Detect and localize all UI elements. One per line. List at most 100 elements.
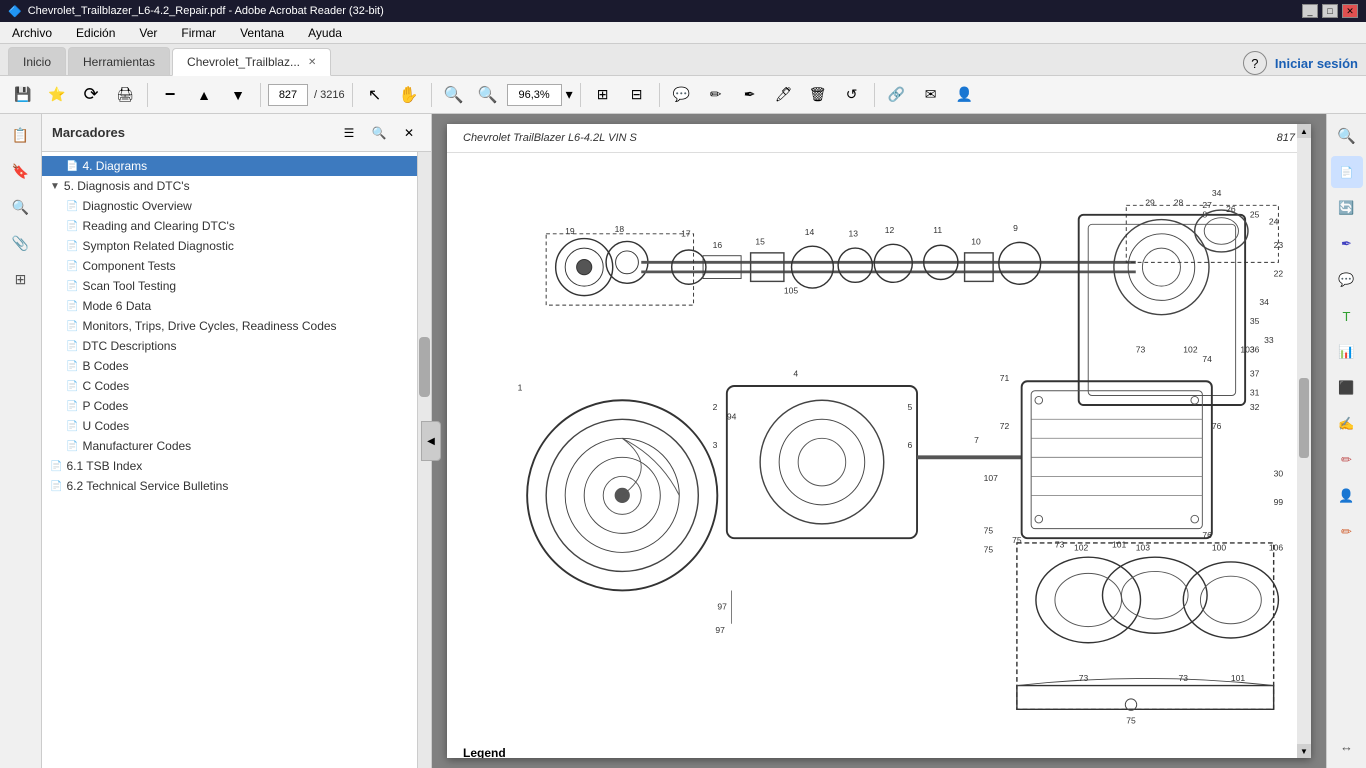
sidebar-redact-button[interactable]: ⬛: [1331, 372, 1363, 404]
fit-width-button[interactable]: ⊞: [588, 81, 618, 109]
title-bar-left: 🔷 Chevrolet_Trailblazer_L6-4.2_Repair.pd…: [8, 5, 384, 18]
sidebar-fit-button[interactable]: 📄: [1331, 156, 1363, 188]
sidebar-rotate-button[interactable]: 🔄: [1331, 192, 1363, 224]
pdf-scroll-up[interactable]: ▲: [1297, 124, 1311, 138]
menu-archivo[interactable]: Archivo: [6, 24, 58, 42]
zoom-out-button[interactable]: −: [155, 81, 185, 109]
sidebar-annotate-button[interactable]: ✒: [1331, 228, 1363, 260]
bookmark-item-14[interactable]: 📄Manufacturer Codes: [42, 436, 431, 456]
save-button[interactable]: 💾: [8, 81, 38, 109]
menu-ayuda[interactable]: Ayuda: [302, 24, 348, 42]
bookmark-item-7[interactable]: 📄Mode 6 Data: [42, 296, 431, 316]
bookmark-item-12[interactable]: 📄P Codes: [42, 396, 431, 416]
svg-text:102: 102: [1183, 345, 1198, 355]
zoom-minus-button[interactable]: 🔍: [439, 81, 469, 109]
user-button[interactable]: 👤: [950, 81, 980, 109]
sidebar-stamp-button[interactable]: ✏: [1331, 444, 1363, 476]
page-number-input[interactable]: [268, 84, 308, 106]
print-button[interactable]: 🖨: [110, 81, 140, 109]
tab-document[interactable]: Chevrolet_Trailblaz... ✕: [172, 48, 331, 76]
sidebar-export-button[interactable]: 📊: [1331, 336, 1363, 368]
layers-tool[interactable]: ⊞: [6, 264, 36, 294]
bookmark-text-8: Monitors, Trips, Drive Cycles, Readiness…: [82, 319, 336, 333]
menu-firmar[interactable]: Firmar: [175, 24, 222, 42]
pointer-tool[interactable]: ↖: [360, 81, 390, 109]
pdf-page: Chevrolet TrailBlazer L6-4.2L VIN S 817 …: [447, 124, 1311, 758]
menu-ver[interactable]: Ver: [133, 24, 163, 42]
svg-text:106: 106: [1269, 543, 1284, 553]
panel-search-button[interactable]: 🔍: [367, 122, 391, 144]
hand-tool[interactable]: ✋: [394, 81, 424, 109]
diagram-container: 19 18 17 16 15: [447, 153, 1311, 758]
bookmark-item-5[interactable]: 📄Component Tests: [42, 256, 431, 276]
bookmark-text-1: 5. Diagnosis and DTC's: [64, 179, 190, 193]
bookmark-item-16[interactable]: 📄6.2 Technical Service Bulletins: [42, 476, 431, 496]
bookmark-item-2[interactable]: 📄Diagnostic Overview: [42, 196, 431, 216]
email-button[interactable]: ✉: [916, 81, 946, 109]
svg-text:37: 37: [1250, 368, 1260, 378]
bookmark-add-button[interactable]: ⭐: [42, 81, 72, 109]
bookmark-tool[interactable]: 🔖: [6, 156, 36, 186]
bookmark-item-6[interactable]: 📄Scan Tool Testing: [42, 276, 431, 296]
rotate-button[interactable]: ↺: [837, 81, 867, 109]
fit-page-button[interactable]: ⊟: [622, 81, 652, 109]
svg-text:100: 100: [1212, 543, 1227, 553]
tab-close-icon[interactable]: ✕: [308, 57, 316, 68]
bookmark-item-1[interactable]: ▼5. Diagnosis and DTC's: [42, 176, 431, 196]
sidebar-translate-button[interactable]: T: [1331, 300, 1363, 332]
highlight-button[interactable]: ✒: [735, 81, 765, 109]
bookmark-item-15[interactable]: 📄6.1 TSB Index: [42, 456, 431, 476]
minimize-button[interactable]: _: [1302, 4, 1318, 18]
pen-button[interactable]: ✏: [701, 81, 731, 109]
bookmarks-panel: Marcadores ☰ 🔍 ✕ 📄4. Diagrams▼5. Diagnos…: [42, 114, 432, 768]
zoom-dropdown-icon[interactable]: ▾: [566, 86, 573, 103]
pdf-scrollbar[interactable]: ▲ ▼: [1297, 124, 1311, 758]
panel-collapse-button[interactable]: ◀: [421, 421, 441, 461]
prev-page-button[interactable]: ▲: [189, 81, 219, 109]
pdf-scroll-thumb[interactable]: [1299, 378, 1309, 458]
sidebar-nav-button[interactable]: ↔: [1331, 730, 1363, 762]
link-button[interactable]: 🔗: [882, 81, 912, 109]
maximize-button[interactable]: □: [1322, 4, 1338, 18]
svg-text:10: 10: [971, 236, 981, 246]
help-button[interactable]: ?: [1243, 51, 1267, 75]
zoom-input[interactable]: [507, 84, 562, 106]
search-tool[interactable]: 🔍: [6, 192, 36, 222]
panel-options-button[interactable]: ☰: [337, 122, 361, 144]
tab-herramientas[interactable]: Herramientas: [68, 47, 170, 75]
panel-close-button[interactable]: ✕: [397, 122, 421, 144]
menu-ventana[interactable]: Ventana: [234, 24, 290, 42]
delete-button[interactable]: 🗑: [803, 81, 833, 109]
back-button[interactable]: ⟳: [76, 81, 106, 109]
comment-button[interactable]: 💬: [667, 81, 697, 109]
bookmark-item-4[interactable]: 📄Sympton Related Diagnostic: [42, 236, 431, 256]
bookmark-item-11[interactable]: 📄C Codes: [42, 376, 431, 396]
next-page-button[interactable]: ▼: [223, 81, 253, 109]
svg-text:32: 32: [1250, 402, 1260, 412]
pdf-scroll-down[interactable]: ▼: [1297, 744, 1311, 758]
close-button[interactable]: ✕: [1342, 4, 1358, 18]
attachment-tool[interactable]: 📎: [6, 228, 36, 258]
bookmark-item-9[interactable]: 📄DTC Descriptions: [42, 336, 431, 356]
sidebar-zoom-button[interactable]: 🔍: [1331, 120, 1363, 152]
bookmark-text-0: 4. Diagrams: [82, 159, 147, 173]
bookmark-item-0[interactable]: 📄4. Diagrams: [42, 156, 431, 176]
zoom-plus-button[interactable]: 🔍: [473, 81, 503, 109]
login-button[interactable]: Iniciar sesión: [1275, 56, 1358, 71]
svg-text:15: 15: [755, 236, 765, 246]
menu-edicion[interactable]: Edición: [70, 24, 121, 42]
bookmark-item-13[interactable]: 📄U Codes: [42, 416, 431, 436]
bookmarks-scroll-thumb[interactable]: [419, 337, 430, 397]
tab-inicio[interactable]: Inicio: [8, 47, 66, 75]
sidebar-comment-button[interactable]: 💬: [1331, 264, 1363, 296]
bookmark-icon-12: 📄: [66, 401, 78, 412]
stamp-button[interactable]: 🖊: [769, 81, 799, 109]
sidebar-sign-button[interactable]: ✍: [1331, 408, 1363, 440]
svg-text:76: 76: [1212, 421, 1222, 431]
bookmark-item-8[interactable]: 📄Monitors, Trips, Drive Cycles, Readines…: [42, 316, 431, 336]
bookmark-item-3[interactable]: 📄Reading and Clearing DTC's: [42, 216, 431, 236]
page-thumbnail-tool[interactable]: 📋: [6, 120, 36, 150]
bookmark-item-10[interactable]: 📄B Codes: [42, 356, 431, 376]
sidebar-users-button[interactable]: 👤: [1331, 480, 1363, 512]
sidebar-share-button[interactable]: ✏: [1331, 516, 1363, 548]
